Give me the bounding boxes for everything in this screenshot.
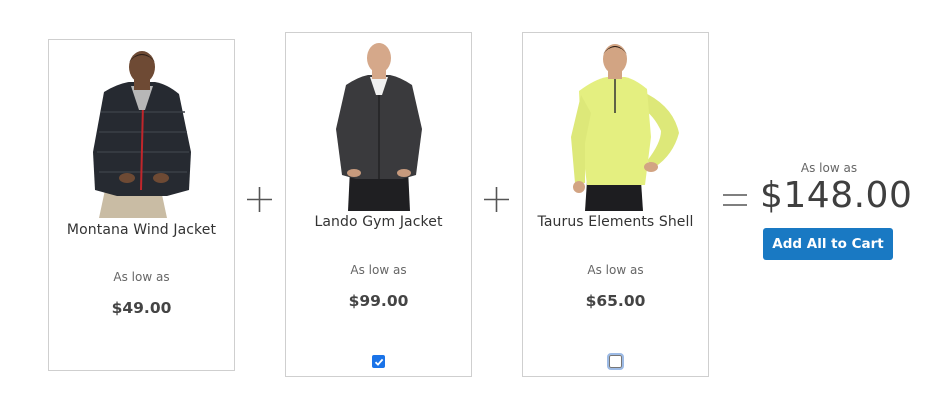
total-as-low-as-label: As low as — [800, 161, 858, 175]
product-image-lando-gym-jacket[interactable] — [286, 33, 471, 211]
product-image-taurus-elements-shell[interactable] — [523, 33, 708, 211]
product-name[interactable]: Lando Gym Jacket — [286, 214, 471, 230]
as-low-as-label: As low as — [587, 263, 644, 277]
product-price: $65.00 — [585, 292, 646, 310]
product-name[interactable]: Taurus Elements Shell — [523, 214, 708, 230]
product-price: $99.00 — [348, 292, 409, 310]
equals-icon — [723, 194, 747, 206]
add-all-to-cart-button[interactable]: Add All to Cart — [763, 228, 893, 260]
as-low-as-label: As low as — [350, 263, 407, 277]
as-low-as-label: As low as — [113, 270, 170, 284]
include-product-checkbox[interactable] — [607, 353, 624, 370]
total-price: $148.00 — [760, 175, 913, 216]
product-image-montana-wind-jacket[interactable] — [49, 40, 234, 218]
product-card-montana-wind-jacket: Montana Wind Jacket As low as $49.00 — [48, 39, 235, 371]
product-price: $49.00 — [111, 299, 172, 317]
plus-icon — [484, 187, 509, 212]
product-card-lando-gym-jacket: Lando Gym Jacket As low as $99.00 — [285, 32, 472, 377]
checkmark-icon — [374, 358, 384, 366]
product-name[interactable]: Montana Wind Jacket — [49, 222, 234, 238]
product-card-taurus-elements-shell: Taurus Elements Shell As low as $65.00 — [522, 32, 709, 377]
plus-icon — [247, 187, 272, 212]
include-product-checkbox[interactable] — [372, 355, 385, 368]
